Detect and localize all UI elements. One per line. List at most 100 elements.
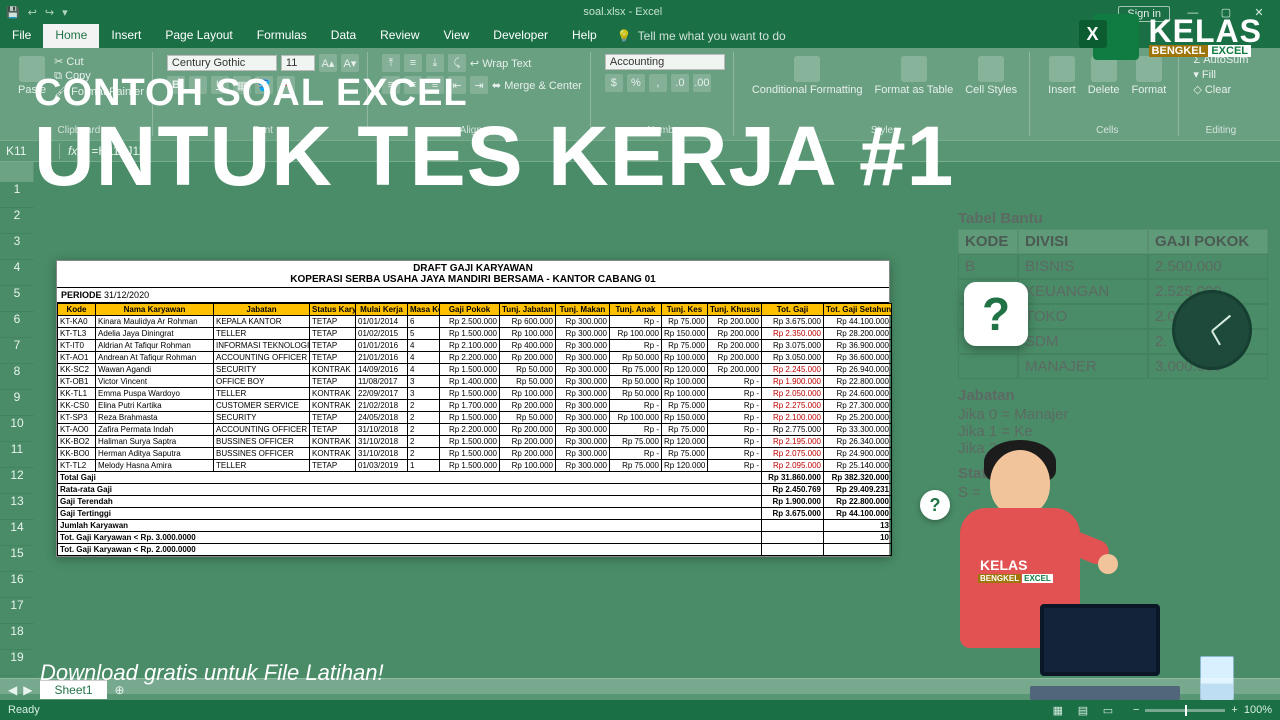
embed-cell: Rp 100.000 bbox=[662, 376, 708, 388]
row-header[interactable]: 1 bbox=[0, 182, 34, 208]
embed-cell: 21/01/2016 bbox=[356, 352, 408, 364]
decrease-font-icon[interactable]: A▾ bbox=[341, 54, 359, 72]
row-header[interactable]: 18 bbox=[0, 624, 34, 650]
zoom-control[interactable]: − + 100% bbox=[1133, 704, 1272, 716]
number-format-select[interactable] bbox=[605, 54, 725, 70]
embed-cell: KK-CS0 bbox=[58, 400, 96, 412]
row-header[interactable]: 6 bbox=[0, 312, 34, 338]
embed-summary-label: Tot. Gaji Karyawan < Rp. 2.000.0000 bbox=[58, 544, 762, 556]
tab-data[interactable]: Data bbox=[319, 24, 368, 48]
embed-header: Tunj. Anak bbox=[610, 304, 662, 316]
font-name-input[interactable] bbox=[167, 55, 277, 71]
embed-summary-val1 bbox=[762, 532, 824, 544]
new-sheet-button[interactable]: ⊕ bbox=[107, 683, 133, 697]
status-bar: Ready ▦ ▤ ▭ − + 100% bbox=[0, 700, 1280, 720]
row-header[interactable]: 4 bbox=[0, 260, 34, 286]
embed-cell: Rp 75.000 bbox=[662, 340, 708, 352]
embed-cell: Rp 120.000 bbox=[662, 460, 708, 472]
row-header[interactable]: 15 bbox=[0, 546, 34, 572]
row-header[interactable]: 11 bbox=[0, 442, 34, 468]
redo-icon[interactable]: ↪ bbox=[45, 6, 54, 19]
embed-cell: Rp 600.000 bbox=[500, 316, 556, 328]
embed-cell: 14/09/2016 bbox=[356, 364, 408, 376]
sheet-nav-prev-icon[interactable]: ◀ bbox=[8, 683, 17, 697]
tab-file[interactable]: File bbox=[0, 24, 43, 48]
row-header[interactable]: 17 bbox=[0, 598, 34, 624]
embed-cell: Rp 24.600.000 bbox=[824, 388, 892, 400]
embed-cell: Rp 200.000 bbox=[500, 448, 556, 460]
embed-cell: KK-SC2 bbox=[58, 364, 96, 376]
embed-cell: Rp 75.000 bbox=[610, 364, 662, 376]
row-header[interactable]: 19 bbox=[0, 650, 34, 676]
embed-cell: 1 bbox=[408, 460, 440, 472]
headline: CONTOH SOAL EXCEL UNTUK TES KERJA #1 bbox=[34, 74, 1260, 198]
window-title: soal.xlsx - Excel bbox=[68, 6, 1178, 18]
tab-page-layout[interactable]: Page Layout bbox=[153, 24, 244, 48]
undo-icon[interactable]: ↩ bbox=[28, 6, 37, 19]
tab-insert[interactable]: Insert bbox=[99, 24, 153, 48]
embed-cell: 01/03/2019 bbox=[356, 460, 408, 472]
embed-cell: INFORMASI TEKNOLOGI bbox=[214, 340, 310, 352]
embed-cell: Rp - bbox=[708, 424, 762, 436]
embed-cell: Rp 1.500.000 bbox=[440, 448, 500, 460]
embed-cell: KONTRAK bbox=[310, 388, 356, 400]
row-header[interactable]: 13 bbox=[0, 494, 34, 520]
embed-cell: Rp 300.000 bbox=[556, 352, 610, 364]
row-header[interactable]: 2 bbox=[0, 208, 34, 234]
embed-cell: Rp 3.675.000 bbox=[762, 316, 824, 328]
view-page-break-icon[interactable]: ▭ bbox=[1097, 704, 1119, 717]
sheet-tab-sheet1[interactable]: Sheet1 bbox=[40, 680, 106, 699]
embed-cell: 31/10/2018 bbox=[356, 424, 408, 436]
save-icon[interactable]: 💾 bbox=[6, 6, 20, 19]
row-header[interactable]: 10 bbox=[0, 416, 34, 442]
tab-developer[interactable]: Developer bbox=[481, 24, 560, 48]
row-header[interactable]: 9 bbox=[0, 390, 34, 416]
tab-help[interactable]: Help bbox=[560, 24, 609, 48]
row-header[interactable]: 8 bbox=[0, 364, 34, 390]
embed-header: Tunj. Khusus bbox=[708, 304, 762, 316]
zoom-slider[interactable] bbox=[1145, 709, 1225, 712]
row-header[interactable]: 14 bbox=[0, 520, 34, 546]
zoom-in-icon[interactable]: + bbox=[1231, 704, 1237, 716]
cut-button[interactable]: ✂ Cut bbox=[54, 55, 144, 68]
zoom-out-icon[interactable]: − bbox=[1133, 704, 1139, 716]
tab-formulas[interactable]: Formulas bbox=[245, 24, 319, 48]
row-header[interactable]: 7 bbox=[0, 338, 34, 364]
embed-period-label: PERIODE bbox=[61, 290, 102, 300]
orientation-icon[interactable]: ⤹ bbox=[448, 54, 466, 72]
embed-cell: Rp 200.000 bbox=[708, 316, 762, 328]
align-middle-icon[interactable]: ≡ bbox=[404, 54, 422, 72]
align-top-icon[interactable]: ⤒ bbox=[382, 54, 400, 72]
embed-cell: Rp 400.000 bbox=[500, 340, 556, 352]
increase-font-icon[interactable]: A▴ bbox=[319, 54, 337, 72]
row-header[interactable]: 12 bbox=[0, 468, 34, 494]
row-header[interactable]: 16 bbox=[0, 572, 34, 598]
embed-cell: 24/05/2018 bbox=[356, 412, 408, 424]
embed-cell: Rp 1.900.000 bbox=[762, 376, 824, 388]
embed-cell: Rp 75.000 bbox=[662, 448, 708, 460]
embed-cell: KK-BO0 bbox=[58, 448, 96, 460]
sheet-nav-next-icon[interactable]: ▶ bbox=[23, 683, 32, 697]
embed-cell: Rp 200.000 bbox=[708, 364, 762, 376]
embed-cell: Rp 2.350.000 bbox=[762, 328, 824, 340]
embed-cell: Rp 44.100.000 bbox=[824, 316, 892, 328]
tab-home[interactable]: Home bbox=[43, 24, 99, 48]
embed-header: Tot. Gaji bbox=[762, 304, 824, 316]
view-page-layout-icon[interactable]: ▤ bbox=[1072, 704, 1094, 717]
font-size-input[interactable] bbox=[281, 55, 315, 71]
embed-summary-val2: 13 bbox=[824, 520, 892, 532]
embed-summary-val1: Rp 1.900.000 bbox=[762, 496, 824, 508]
embed-header: Mulai Kerja bbox=[356, 304, 408, 316]
row-header[interactable]: 3 bbox=[0, 234, 34, 260]
tab-review[interactable]: Review bbox=[368, 24, 431, 48]
align-bottom-icon[interactable]: ⤓ bbox=[426, 54, 444, 72]
tab-view[interactable]: View bbox=[432, 24, 482, 48]
brand-bengkel: BENGKEL bbox=[1149, 45, 1209, 57]
wrap-text-button[interactable]: ↩ Wrap Text bbox=[470, 57, 531, 70]
shirt-kelas: KELAS bbox=[980, 558, 1027, 572]
row-header[interactable]: 5 bbox=[0, 286, 34, 312]
embed-cell: Rp 300.000 bbox=[556, 376, 610, 388]
view-normal-icon[interactable]: ▦ bbox=[1047, 704, 1069, 717]
embed-cell: 31/10/2018 bbox=[356, 436, 408, 448]
embed-cell: Rp 2.050.000 bbox=[762, 388, 824, 400]
